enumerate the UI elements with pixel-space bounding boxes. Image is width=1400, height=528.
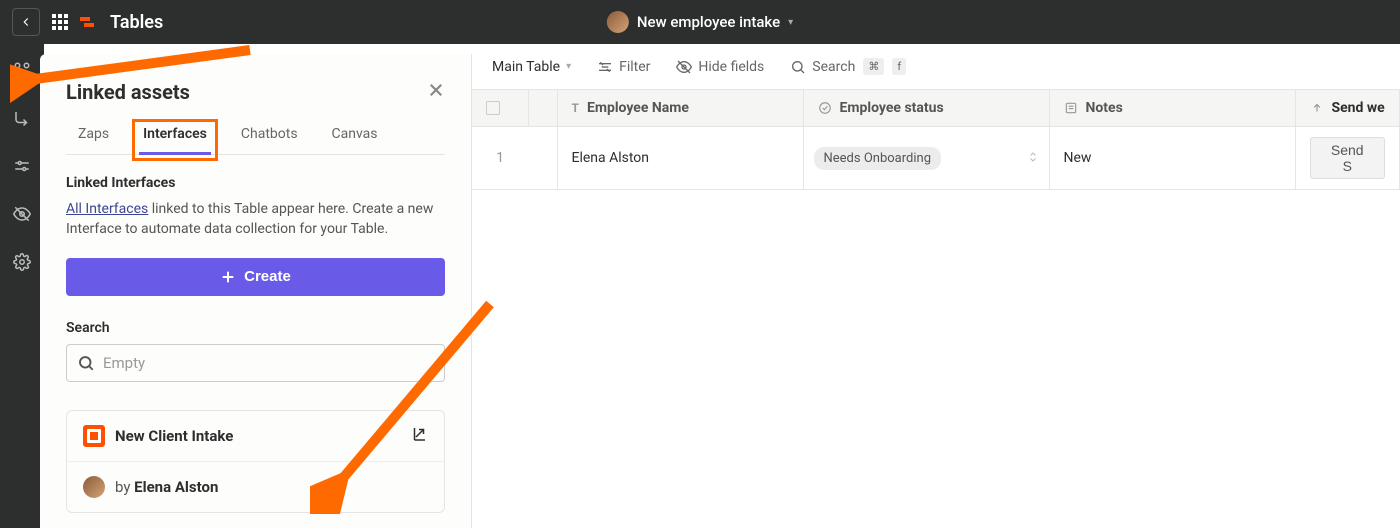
send-button[interactable]: Send S	[1310, 137, 1386, 179]
all-interfaces-link[interactable]: All Interfaces	[66, 201, 148, 217]
interface-card[interactable]: New Client Intake by Elena Alston	[66, 410, 445, 513]
search-label: Search	[66, 320, 445, 336]
filter-icon	[597, 59, 613, 75]
back-button[interactable]	[12, 8, 40, 36]
open-external-icon	[410, 425, 428, 443]
apps-grid-icon[interactable]	[52, 14, 68, 30]
panel-title: Linked assets	[66, 80, 190, 104]
create-label: Create	[244, 268, 291, 285]
text-type-icon: T	[572, 101, 579, 115]
tab-canvas[interactable]: Canvas	[328, 126, 382, 154]
author-byline: by Elena Alston	[115, 478, 218, 496]
section-title: Linked Interfaces	[66, 175, 445, 191]
arrow-left-icon	[19, 15, 33, 29]
eye-off-icon	[676, 59, 692, 75]
close-button[interactable]	[427, 80, 445, 104]
create-button[interactable]: Create	[66, 258, 445, 296]
kbd-cmd: ⌘	[863, 58, 884, 75]
main-table-dropdown[interactable]: Main Table ▾	[492, 59, 571, 75]
tabs: Zaps Interfaces Chatbots Canvas	[66, 126, 445, 155]
interface-card-title: New Client Intake	[115, 427, 233, 445]
status-pill: Needs Onboarding	[814, 147, 942, 170]
table-content: Main Table ▾ Filter Hide fields Search ⌘…	[472, 44, 1400, 528]
chevron-down-icon: ▾	[566, 61, 571, 72]
tab-interfaces[interactable]: Interfaces	[139, 126, 211, 154]
table-toolbar: Main Table ▾ Filter Hide fields Search ⌘…	[472, 44, 1400, 90]
by-prefix: by	[115, 478, 134, 496]
eye-off-icon[interactable]	[12, 204, 32, 224]
table-name-switcher[interactable]: New employee intake ▾	[607, 11, 793, 33]
avatar-icon	[607, 11, 629, 33]
app-title: Tables	[110, 12, 163, 33]
filter-button[interactable]: Filter	[597, 59, 650, 75]
tables-logo-icon	[80, 17, 94, 27]
open-external-button[interactable]	[410, 425, 428, 447]
topbar: Tables New employee intake ▾	[0, 0, 1400, 44]
tab-chatbots[interactable]: Chatbots	[237, 126, 302, 154]
select-all-checkbox[interactable]	[486, 101, 500, 115]
interface-logo-icon	[83, 425, 105, 447]
main-table-label: Main Table	[492, 59, 560, 75]
sort-handle-icon[interactable]	[1027, 149, 1039, 168]
col-notes[interactable]: Notes	[1086, 100, 1123, 116]
hide-fields-label: Hide fields	[698, 59, 764, 75]
cell-employee-status[interactable]: Needs Onboarding	[804, 141, 1049, 176]
gear-icon[interactable]	[12, 252, 32, 272]
section-description: All Interfaces linked to this Table appe…	[66, 199, 445, 240]
linked-assets-panel: Linked assets Zaps Interfaces Chatbots C…	[40, 54, 472, 528]
main-area: Linked assets Zaps Interfaces Chatbots C…	[0, 44, 1400, 528]
hide-fields-button[interactable]: Hide fields	[676, 59, 764, 75]
filter-label: Filter	[619, 59, 650, 75]
col-employee-status[interactable]: Employee status	[840, 100, 944, 116]
author-name: Elena Alston	[134, 478, 218, 496]
select-type-icon	[818, 101, 832, 115]
row-number: 1	[472, 140, 528, 176]
table-name-label: New employee intake	[637, 13, 780, 31]
notes-type-icon	[1064, 101, 1078, 115]
tab-zaps[interactable]: Zaps	[74, 126, 113, 154]
search-input[interactable]: Empty	[66, 344, 445, 382]
search-icon	[790, 59, 806, 75]
search-icon	[77, 354, 95, 372]
sliders-icon[interactable]	[12, 156, 32, 176]
chevron-down-icon: ▾	[788, 17, 793, 28]
search-button[interactable]: Search ⌘ f	[790, 58, 906, 75]
cell-employee-name[interactable]: Elena Alston	[558, 140, 803, 176]
table-row[interactable]: 1 Elena Alston Needs Onboarding New Send…	[472, 127, 1400, 190]
col-send-welcome[interactable]: Send we	[1332, 100, 1385, 116]
kbd-f: f	[892, 58, 906, 75]
col-employee-name[interactable]: Employee Name	[587, 100, 689, 116]
left-icon-rail	[0, 44, 44, 528]
search-label: Search	[812, 59, 855, 75]
avatar-icon	[83, 476, 105, 498]
close-icon	[427, 81, 445, 99]
plus-icon	[220, 269, 236, 285]
cell-notes[interactable]: New	[1050, 140, 1295, 176]
search-placeholder: Empty	[103, 354, 145, 372]
data-table: T Employee Name Employee status Notes Se…	[472, 90, 1400, 190]
action-type-icon	[1310, 101, 1324, 115]
linked-assets-icon[interactable]	[12, 60, 32, 80]
redirect-icon[interactable]	[12, 108, 32, 128]
